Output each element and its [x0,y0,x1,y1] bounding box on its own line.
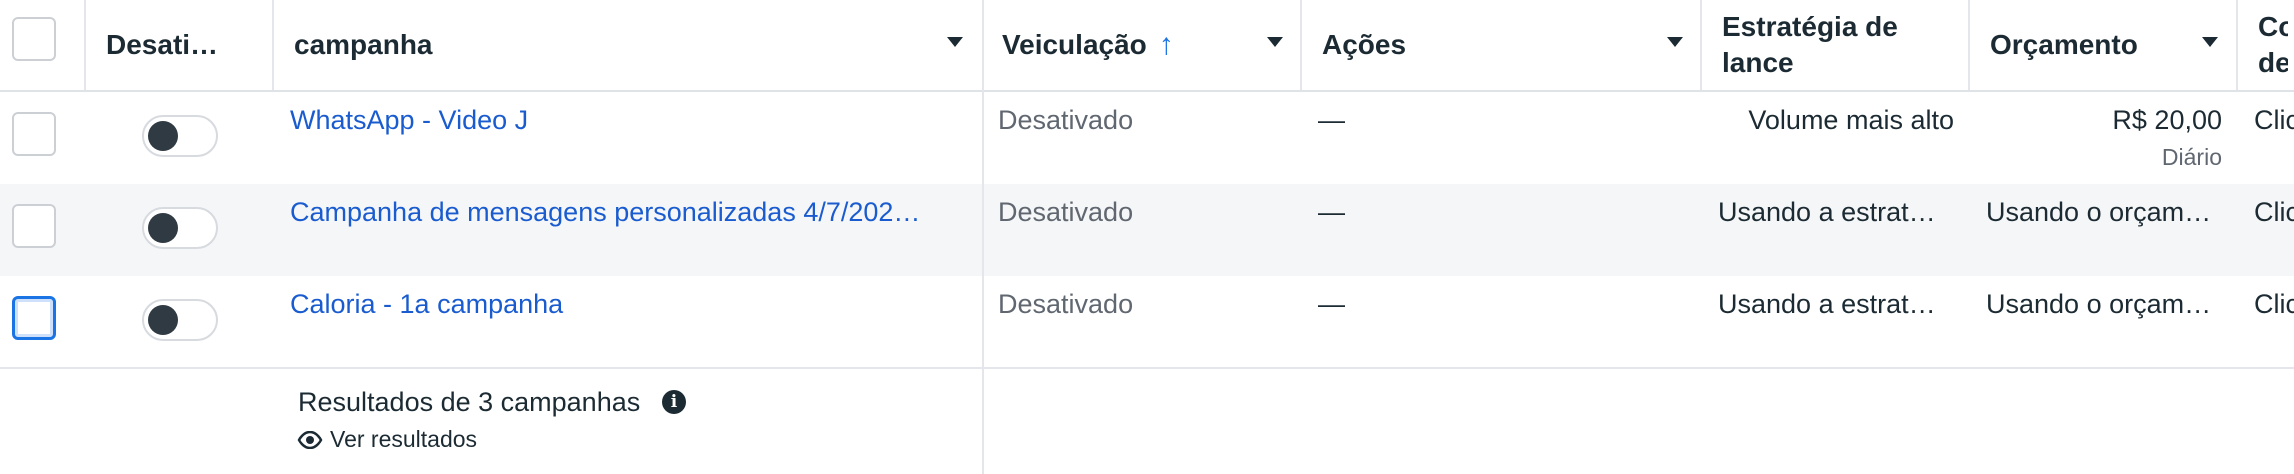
column-header-bid-strategy-label: Estratégia de lance [1722,11,1898,78]
next-column-value: Clic [2254,197,2294,227]
actions-value: — [1318,105,1345,135]
column-header-actions-label: Ações [1322,29,1407,60]
row-checkbox[interactable] [12,112,56,156]
toggle-knob [148,121,178,151]
results-summary: Resultados de 3 campanhas [298,387,641,417]
footer-separator [0,367,2294,369]
column-header-next-label: Co de [2258,11,2288,78]
view-results-link[interactable]: Ver resultados [330,426,477,453]
eye-icon [297,431,323,449]
delivery-status: Desativado [998,105,1134,135]
campaign-name-link[interactable]: Campanha de mensagens personalizadas 4/7… [290,197,950,228]
delivery-status: Desativado [998,289,1134,319]
campaign-name-link[interactable]: WhatsApp - Video J [290,105,950,136]
bid-strategy-value: Usando a estrat… [1718,197,1936,227]
budget-column-dropdown-icon[interactable] [2202,37,2218,47]
row-checkbox[interactable] [12,296,56,340]
header-divider [1968,0,1970,90]
table-row[interactable]: Campanha de mensagens personalizadas 4/7… [0,184,2294,276]
delivery-status: Desativado [998,197,1134,227]
campaign-toggle[interactable] [142,299,218,341]
campaign-toggle[interactable] [142,207,218,249]
info-icon[interactable]: i [662,390,686,414]
column-header-status[interactable]: Desati… [86,0,272,90]
campaign-name-link[interactable]: Caloria - 1a campanha [290,289,950,320]
toggle-knob [148,305,178,335]
table-header: Desati… campanha Veiculação ↑ Ações Estr… [0,0,2294,92]
table-row[interactable]: WhatsApp - Video J Desativado — Volume m… [0,92,2294,184]
column-header-budget-label: Orçamento [1990,29,2138,60]
header-divider [84,0,86,90]
actions-value: — [1318,289,1345,319]
delivery-column-dropdown-icon[interactable] [1267,37,1283,47]
budget-value: Usando o orçam… [1986,197,2212,227]
campaigns-table: Desati… campanha Veiculação ↑ Ações Estr… [0,0,2294,474]
campaign-toggle[interactable] [142,115,218,157]
next-column-value: Clic [2254,289,2294,319]
column-header-delivery[interactable]: Veiculação ↑ [982,0,1300,90]
header-divider [1700,0,1702,90]
actions-column-dropdown-icon[interactable] [1667,37,1683,47]
bid-strategy-value: Usando a estrat… [1718,289,1936,319]
actions-value: — [1318,197,1345,227]
next-column-value: Clic [2254,105,2294,135]
budget-period: Diário [2161,144,2222,170]
bid-strategy-value: Volume mais alto [1748,105,1954,135]
row-checkbox[interactable] [12,204,56,248]
column-header-delivery-label: Veiculação [1002,29,1147,60]
table-row[interactable]: Caloria - 1a campanha Desativado — Usand… [0,276,2294,368]
toggle-knob [148,213,178,243]
frozen-column-divider [982,0,984,474]
budget-value: R$ 20,00 [2112,105,2222,135]
column-header-actions[interactable]: Ações [1302,0,1700,90]
select-all-checkbox[interactable] [12,17,56,61]
sort-ascending-icon[interactable]: ↑ [1159,28,1174,62]
column-header-next[interactable]: Co de [2238,0,2294,90]
budget-value: Usando o orçam… [1986,289,2212,319]
column-header-campaign[interactable]: campanha [274,0,982,90]
column-header-status-label: Desati… [106,29,219,60]
column-header-campaign-label: campanha [294,29,433,60]
column-header-budget[interactable]: Orçamento [1970,0,2236,90]
campaign-column-dropdown-icon[interactable] [947,37,963,47]
header-divider [2236,0,2238,90]
header-divider [272,0,274,90]
column-header-bid-strategy[interactable]: Estratégia de lance [1702,0,1968,90]
header-divider [1300,0,1302,90]
